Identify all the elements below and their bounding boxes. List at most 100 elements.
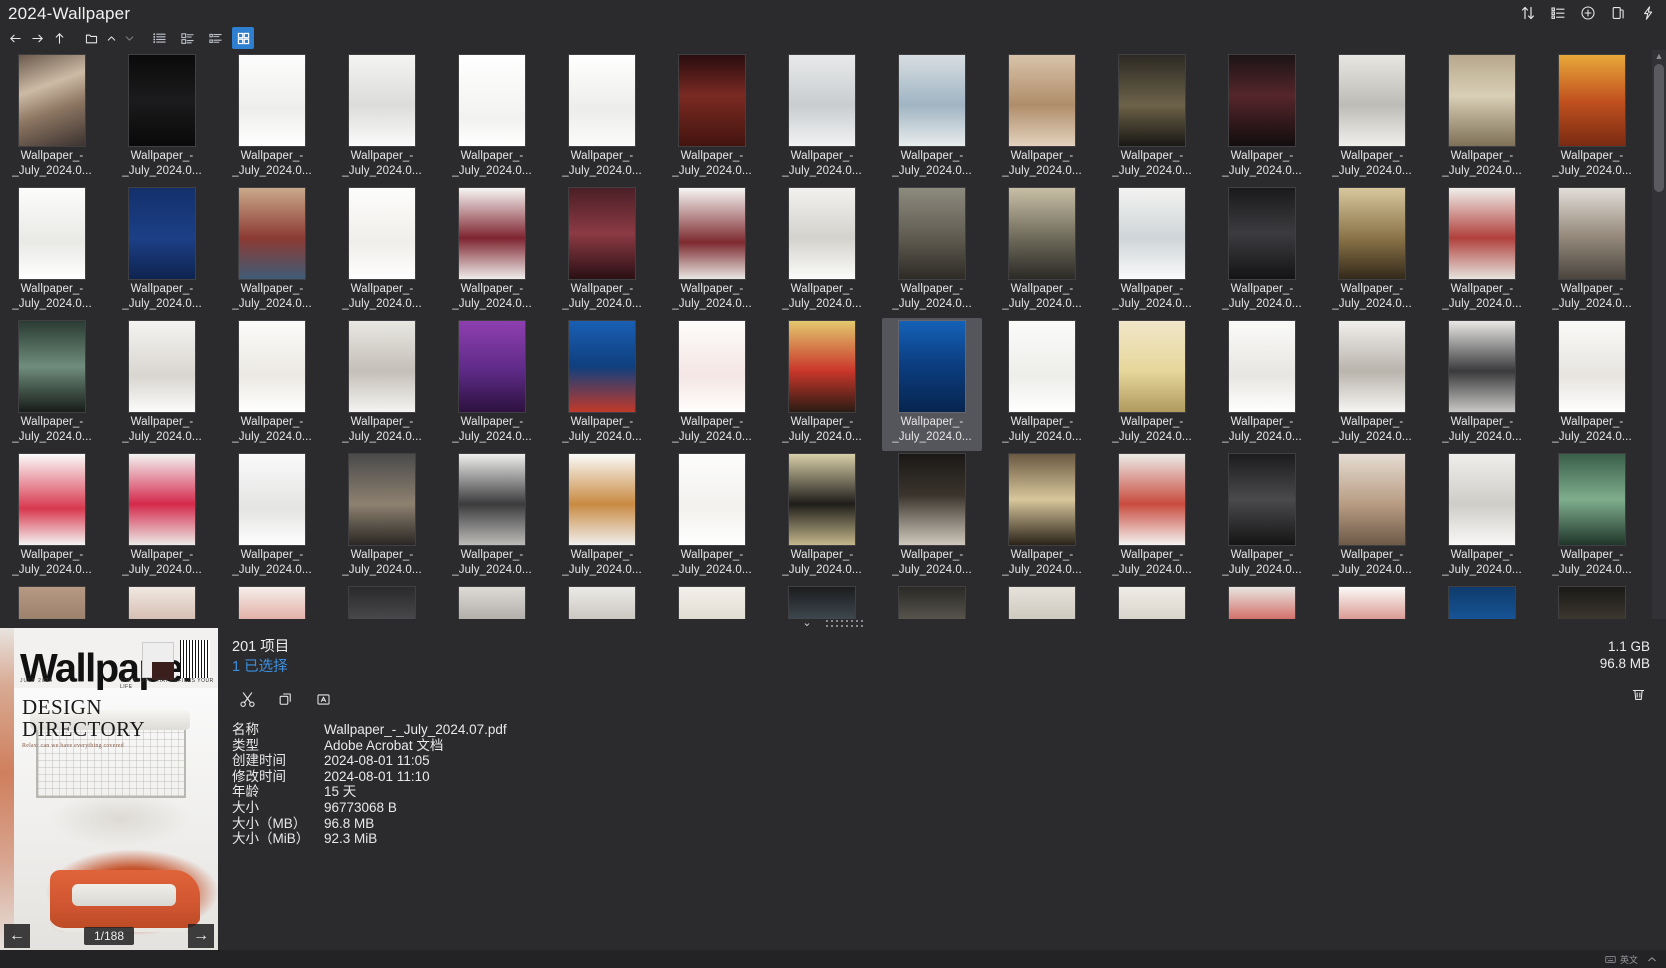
view-thumbnails-icon[interactable] [232, 27, 254, 49]
keyboard-layout-icon[interactable]: 英文 [1605, 953, 1638, 966]
file-item-selected[interactable]: Wallpaper_- _July_2024.0... [882, 318, 982, 451]
file-item[interactable]: Wallpaper_-_July_2024.0... [442, 451, 542, 584]
file-item[interactable]: Wallpaper_-_July_2024.0... [1432, 584, 1532, 619]
file-item[interactable]: Wallpaper_-_July_2024.0... [442, 52, 542, 185]
file-item[interactable]: Wallpaper_-_July_2024.0... [552, 451, 652, 584]
file-item[interactable]: Wallpaper_-_July_2024.0... [1212, 185, 1312, 318]
file-item[interactable]: Wallpaper_-_July_2024.0... [1322, 185, 1422, 318]
file-item[interactable]: Wallpaper_-_July_2024.0... [662, 185, 762, 318]
file-item[interactable]: Wallpaper_-_July_2024.0... [332, 185, 432, 318]
selected-count-label[interactable]: 1 已选择 [232, 658, 1666, 677]
file-item[interactable]: Wallpaper_-_July_2024.0... [882, 451, 982, 584]
file-item[interactable]: Wallpaper_-_July_2024.0... [1432, 318, 1532, 451]
file-item[interactable]: Wallpaper_-_July_2024.0... [222, 52, 322, 185]
file-item[interactable]: Wallpaper_-_July_2024.0... [882, 584, 982, 619]
file-item[interactable]: Wallpaper_-_July_2024.0... [2, 451, 102, 584]
clipboard-icon[interactable] [1604, 1, 1632, 25]
file-item[interactable]: Wallpaper_-_July_2024.0... [222, 451, 322, 584]
file-item[interactable]: Wallpaper_-_July_2024.0... [992, 185, 1092, 318]
file-item[interactable]: Wallpaper_-_July_2024.0... [442, 185, 542, 318]
scrollbar-thumb[interactable] [1654, 64, 1664, 192]
file-item[interactable]: Wallpaper_-_July_2024.0... [1102, 52, 1202, 185]
rename-icon[interactable] [310, 687, 336, 711]
file-item[interactable]: Wallpaper_-_July_2024.0... [2, 185, 102, 318]
file-item[interactable]: Wallpaper_-_July_2024.0... [1432, 52, 1532, 185]
file-item[interactable]: Wallpaper_-_July_2024.0... [1322, 318, 1422, 451]
file-preview[interactable]: Wallpaper* JULY 2024 THE STUFF THAT REFI… [0, 628, 218, 950]
up-arrow-icon[interactable] [48, 27, 70, 49]
file-item[interactable]: Wallpaper_-_July_2024.0... [772, 52, 872, 185]
file-item[interactable]: Wallpaper_-_July_2024.0... [112, 318, 212, 451]
chevron-down-icon[interactable]: ⌄ [802, 618, 811, 629]
file-item[interactable]: Wallpaper_-_July_2024.0... [112, 451, 212, 584]
file-item[interactable]: Wallpaper_-_July_2024.0... [2, 318, 102, 451]
file-item[interactable]: Wallpaper_-_July_2024.0... [1322, 52, 1422, 185]
add-icon[interactable] [1574, 1, 1602, 25]
file-item[interactable]: Wallpaper_-_July_2024.0... [662, 451, 762, 584]
file-item[interactable]: Wallpaper_-_July_2024.0... [1322, 451, 1422, 584]
panel-splitter[interactable]: ⌄ [0, 618, 1666, 629]
file-item[interactable]: Wallpaper_-_July_2024.0... [332, 318, 432, 451]
file-item[interactable]: Wallpaper_-_July_2024.0... [1542, 185, 1642, 318]
file-item[interactable]: Wallpaper_-_July_2024.0... [1542, 451, 1642, 584]
file-grid[interactable]: Wallpaper_- _July_2024.0... Wallpaper_- _Ju… [0, 50, 1652, 619]
file-item[interactable]: Wallpaper_-_July_2024.0... [1212, 451, 1312, 584]
file-item[interactable]: Wallpaper_-_July_2024.0... [1542, 52, 1642, 185]
file-item[interactable]: Wallpaper_-_July_2024.0... [332, 52, 432, 185]
file-item[interactable]: Wallpaper_-_July_2024.0... [662, 52, 762, 185]
caret-down-icon[interactable] [120, 27, 138, 49]
file-item[interactable]: Wallpaper_-_July_2024.0... [882, 52, 982, 185]
file-item[interactable]: Wallpaper_-_July_2024.0... [222, 318, 322, 451]
folder-icon[interactable] [80, 27, 102, 49]
file-item[interactable]: Wallpaper_-_July_2024.0... [1542, 584, 1642, 619]
forward-arrow-icon[interactable] [26, 27, 48, 49]
file-item[interactable]: Wallpaper_-_July_2024.0... [112, 52, 212, 185]
trash-icon[interactable] [1626, 682, 1650, 706]
copy-icon[interactable] [272, 687, 298, 711]
file-item[interactable]: Wallpaper_-_July_2024.0... [992, 318, 1092, 451]
file-item[interactable]: Wallpaper_-_July_2024.0... [1212, 584, 1312, 619]
file-item[interactable]: Wallpaper_-_July_2024.0... [1432, 451, 1532, 584]
file-item[interactable]: Wallpaper_-_July_2024.0... [1102, 451, 1202, 584]
file-item[interactable]: Wallpaper_-_July_2024.0... [552, 52, 652, 185]
file-item[interactable]: Wallpaper_-_July_2024.0... [1102, 584, 1202, 619]
caret-up-icon[interactable] [1646, 955, 1658, 964]
file-item[interactable]: Wallpaper_-_July_2024.0... [772, 185, 872, 318]
file-item[interactable]: Wallpaper_-_July_2024.0... [222, 185, 322, 318]
lightning-icon[interactable] [1634, 1, 1662, 25]
list-view-icon[interactable] [1544, 1, 1572, 25]
file-item[interactable]: Wallpaper_-_July_2024.0... [442, 584, 542, 619]
caret-up-icon[interactable] [102, 27, 120, 49]
next-page-arrow-icon[interactable]: → [188, 924, 214, 948]
file-item[interactable]: Wallpaper_-_July_2024.0... [1432, 185, 1532, 318]
view-compact-icon[interactable] [204, 27, 226, 49]
view-list-icon[interactable] [148, 27, 170, 49]
file-item[interactable]: Wallpaper_-_July_2024.0... [1212, 52, 1312, 185]
file-item[interactable]: Wallpaper_-_July_2024.0... [662, 318, 762, 451]
file-item[interactable]: Wallpaper_-_July_2024.0... [992, 52, 1092, 185]
file-item[interactable]: Wallpaper_-_July_2024.0... [1542, 318, 1642, 451]
view-details-icon[interactable] [176, 27, 198, 49]
file-item[interactable]: Wallpaper_-_July_2024.0... [1102, 185, 1202, 318]
prev-page-arrow-icon[interactable]: ← [4, 924, 30, 948]
file-item[interactable]: Wallpaper_-_July_2024.0... [772, 451, 872, 584]
file-item[interactable]: Wallpaper_-_July_2024.0... [882, 185, 982, 318]
file-item[interactable]: Wallpaper_-_July_2024.0... [552, 584, 652, 619]
file-item[interactable]: Wallpaper_-_July_2024.0... [332, 451, 432, 584]
file-item[interactable]: Wallpaper_-_July_2024.0... [772, 584, 872, 619]
file-item[interactable]: Wallpaper_-_July_2024.0... [112, 185, 212, 318]
splitter-drag-handle[interactable] [825, 619, 864, 628]
vertical-scrollbar[interactable]: ▲ [1652, 50, 1666, 619]
file-item[interactable]: Wallpaper_-_July_2024.0... [552, 318, 652, 451]
sort-icon[interactable] [1514, 1, 1542, 25]
cut-icon[interactable] [234, 687, 260, 711]
file-item[interactable]: Wallpaper_-_July_2024.0... [772, 318, 872, 451]
file-item[interactable]: Wallpaper_-_July_2024.0... [992, 584, 1092, 619]
file-item[interactable]: Wallpaper_-_July_2024.0... [1102, 318, 1202, 451]
file-item[interactable]: Wallpaper_-_July_2024.0... [662, 584, 762, 619]
file-item[interactable]: Wallpaper_-_July_2024.0... [1322, 584, 1422, 619]
file-item[interactable]: Wallpaper_-_July_2024.0... [112, 584, 212, 619]
file-item[interactable]: Wallpaper_-_July_2024.0... [1212, 318, 1312, 451]
file-item[interactable]: Wallpaper_-_July_2024.0... [222, 584, 322, 619]
file-item[interactable]: Wallpaper_-_July_2024.0... [332, 584, 432, 619]
